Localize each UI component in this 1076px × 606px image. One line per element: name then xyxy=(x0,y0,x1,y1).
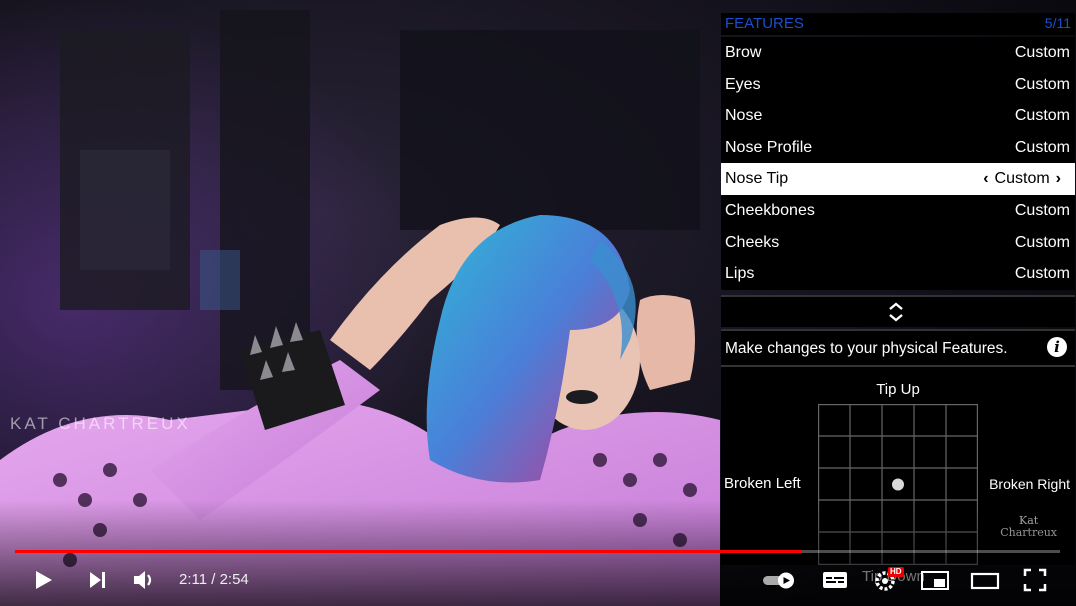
menu-item-label: Brow xyxy=(725,44,762,61)
menu-item-value: Custom xyxy=(1014,265,1070,283)
volume-icon[interactable] xyxy=(130,565,160,595)
menu-item-value-selector: ‹ Custom › xyxy=(977,170,1067,188)
subtitles-icon[interactable] xyxy=(820,565,850,595)
menu-item-value: Custom xyxy=(1014,107,1070,125)
chevron-left-icon[interactable]: ‹ xyxy=(977,170,994,187)
grid-position-marker[interactable] xyxy=(892,478,904,491)
menu-item-brow[interactable]: Brow Custom xyxy=(721,37,1075,69)
hd-badge: HD xyxy=(888,567,904,577)
menu-title: FEATURES xyxy=(725,15,804,32)
menu-item-value: Custom xyxy=(1014,138,1070,156)
player-controls: 2:11 / 2:54 Tip Down HD xyxy=(0,560,1076,600)
menu-item-nose[interactable]: Nose Custom xyxy=(721,100,1075,132)
menu-item-label: Nose Tip xyxy=(725,170,789,188)
menu-item-cheekbones[interactable]: Cheekbones Custom xyxy=(721,195,1075,227)
chevron-right-icon[interactable]: › xyxy=(1050,170,1067,187)
miniplayer-icon[interactable] xyxy=(918,565,952,595)
menu-item-label: Cheekbones xyxy=(725,201,815,219)
menu-header: FEATURES 5/11 xyxy=(721,13,1075,35)
menu-item-label: Lips xyxy=(725,265,755,283)
menu-item-label: Nose xyxy=(725,107,763,125)
menu-item-lips[interactable]: Lips Custom xyxy=(721,258,1075,290)
menu-item-label: Eyes xyxy=(725,75,761,93)
menu-item-count: 5/11 xyxy=(1044,15,1071,31)
progress-played xyxy=(15,550,802,553)
nose-tip-grid-editor[interactable]: Tip Up Broken Left Broken Right Kat Char… xyxy=(721,365,1075,565)
menu-item-label: Nose Profile xyxy=(725,138,813,156)
next-icon[interactable] xyxy=(85,565,111,595)
menu-description: Make changes to your physical Features. … xyxy=(721,329,1075,365)
features-list: Brow Custom Eyes Custom Nose Custom Nose… xyxy=(721,37,1075,290)
features-menu: FEATURES 5/11 Brow Custom Eyes Custom No… xyxy=(721,13,1075,565)
editor-watermark-line2: Chartreux xyxy=(1000,526,1057,539)
menu-item-label: Cheeks xyxy=(725,233,780,251)
time-display: 2:11 / 2:54 xyxy=(179,571,249,588)
description-text: Make changes to your physical Features. xyxy=(725,340,1008,357)
fullscreen-icon[interactable] xyxy=(1020,565,1050,595)
menu-item-nose-tip[interactable]: Nose Tip ‹ Custom › xyxy=(721,163,1075,195)
play-icon[interactable] xyxy=(30,565,56,595)
info-icon: i xyxy=(1047,337,1067,357)
menu-item-value: Custom xyxy=(1014,201,1070,219)
grid-right-label: Broken Right xyxy=(989,476,1070,492)
channel-watermark: KAT CHARTREUX xyxy=(10,414,191,433)
menu-item-eyes[interactable]: Eyes Custom xyxy=(721,69,1075,101)
grid-left-label: Broken Left xyxy=(724,475,801,492)
menu-item-nose-profile[interactable]: Nose Profile Custom xyxy=(721,132,1075,164)
menu-item-value: Custom xyxy=(1014,233,1070,251)
video-player[interactable]: KAT CHARTREUX FEATURES 5/11 Brow Custom … xyxy=(0,0,1076,606)
grid-top-label: Tip Up xyxy=(876,381,920,398)
autoplay-toggle-icon[interactable] xyxy=(760,565,800,595)
up-down-arrows-icon xyxy=(889,302,903,322)
theater-mode-icon[interactable] xyxy=(968,565,1002,595)
menu-item-cheeks[interactable]: Cheeks Custom xyxy=(721,227,1075,259)
menu-item-value: Custom xyxy=(1014,75,1070,93)
editor-watermark: Kat Chartreux xyxy=(1000,515,1057,539)
adjustment-grid[interactable] xyxy=(818,404,978,565)
progress-bar[interactable] xyxy=(15,550,1060,553)
menu-item-value: Custom xyxy=(1014,44,1070,61)
menu-item-value: Custom xyxy=(994,170,1050,188)
menu-scroll-indicator[interactable] xyxy=(721,295,1075,327)
